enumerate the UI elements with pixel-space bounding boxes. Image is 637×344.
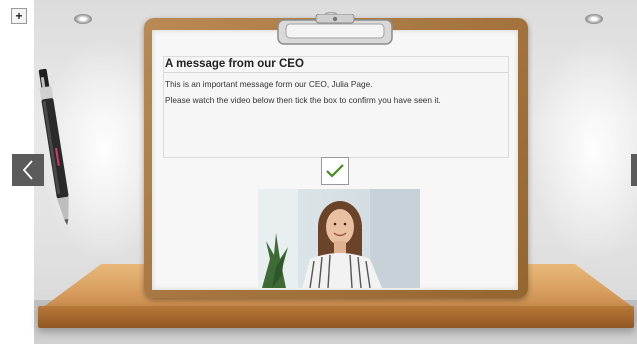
next-button[interactable] xyxy=(631,154,637,186)
message-line-2: Please watch the video below then tick t… xyxy=(165,95,441,105)
clipboard-clip xyxy=(277,14,393,45)
confirm-checkbox[interactable] xyxy=(321,157,349,185)
previous-button[interactable] xyxy=(12,154,44,186)
checkmark-icon xyxy=(326,164,344,178)
ceo-video[interactable] xyxy=(258,189,420,288)
shelf-front xyxy=(38,306,634,328)
ceiling-light-right xyxy=(585,14,603,24)
message-title: A message from our CEO xyxy=(164,57,508,73)
zoom-button[interactable]: + xyxy=(11,8,27,24)
message-line-1: This is an important message form our CE… xyxy=(165,79,373,89)
chevron-left-icon xyxy=(22,160,33,180)
ceiling-light-left xyxy=(74,14,92,24)
message-panel: A message from our CEO This is an import… xyxy=(163,56,509,158)
video-thumbnail xyxy=(258,189,420,288)
